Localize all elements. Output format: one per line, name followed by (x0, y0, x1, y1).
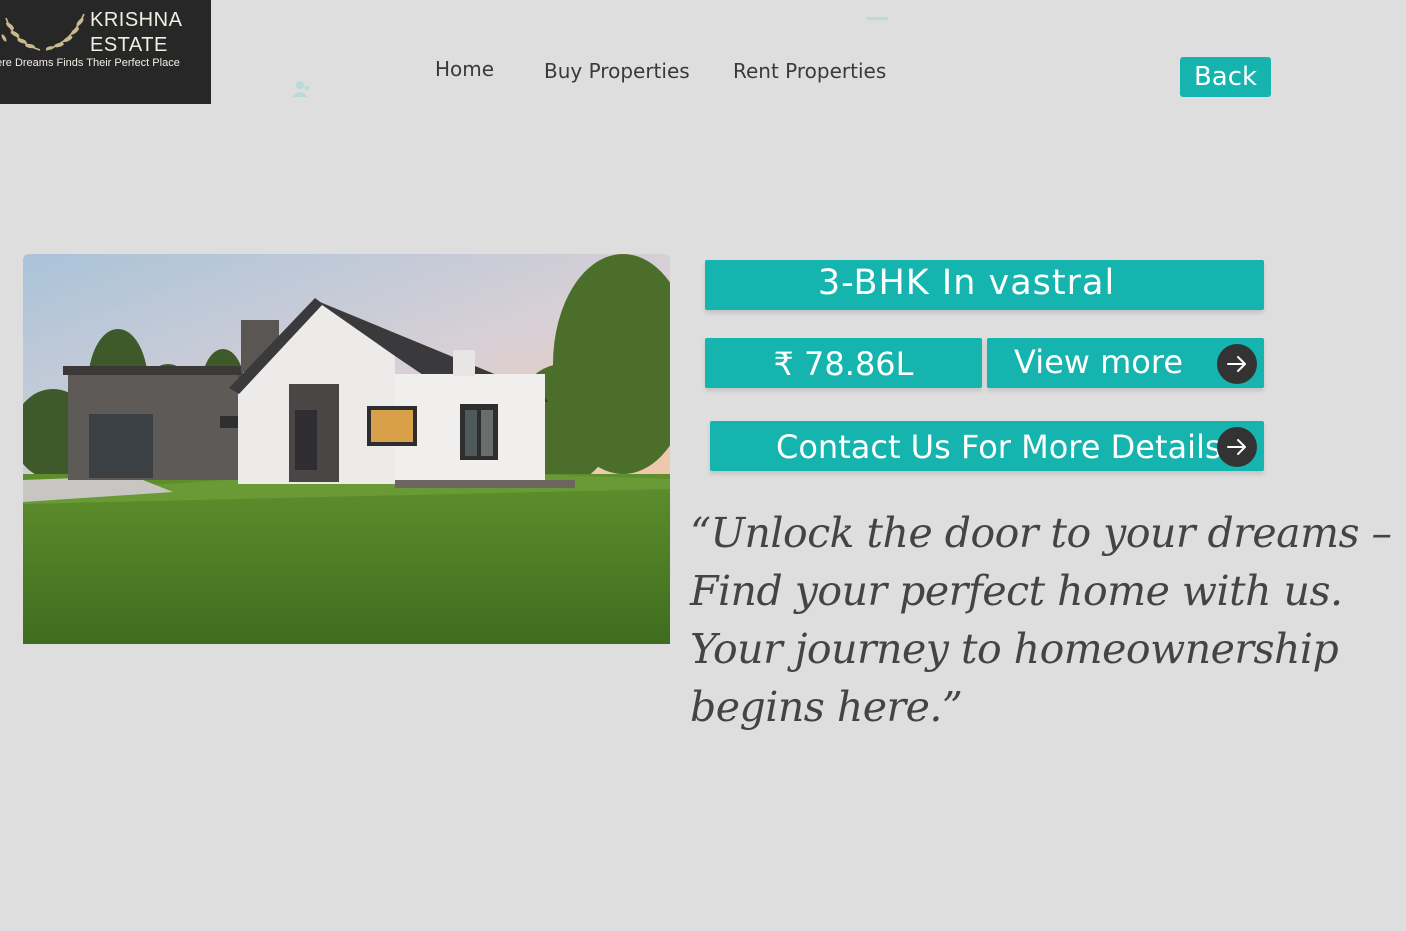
nav-rent-properties-link[interactable]: Rent Properties (733, 59, 886, 83)
property-photo (23, 254, 670, 644)
brand-logo[interactable]: KRISHNA ESTATE ere Dreams Finds Their Pe… (0, 0, 211, 104)
brand-name-line2: ESTATE (90, 34, 168, 56)
property-title: 3-BHK In vastral (817, 263, 1116, 303)
brand-name-line1: KRISHNA (90, 9, 183, 31)
nav-buy-properties-link[interactable]: Buy Properties (544, 59, 690, 83)
nav-home-link[interactable]: Home (435, 57, 494, 81)
view-more-button[interactable]: View more (987, 338, 1264, 388)
property-title-box: 3-BHK In vastral (705, 260, 1264, 310)
contact-us-label: Contact Us For More Details (776, 428, 1222, 466)
brand-tagline: ere Dreams Finds Their Perfect Place (0, 57, 180, 69)
wreath-icon (1, 13, 85, 51)
arrow-right-icon (1217, 427, 1257, 467)
tagline-quote: “Unlock the door to your dreams – Find y… (690, 509, 1392, 731)
person-icon (292, 81, 310, 97)
decorative-dash-icon (866, 17, 888, 20)
property-price: ₹ 78.86L (773, 345, 914, 383)
brand-name: KRISHNA ESTATE (90, 8, 210, 58)
contact-us-button[interactable]: Contact Us For More Details (710, 421, 1264, 471)
back-button[interactable]: Back (1180, 57, 1271, 97)
view-more-label: View more (1014, 343, 1183, 381)
arrow-right-icon (1217, 344, 1257, 384)
property-price-box: ₹ 78.86L (705, 338, 982, 388)
